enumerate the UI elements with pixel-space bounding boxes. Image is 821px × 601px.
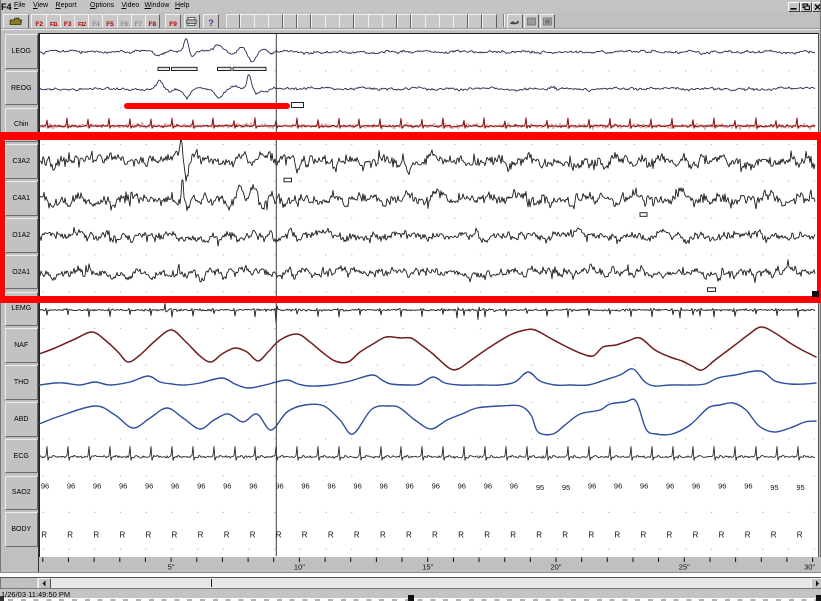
svg-text:R: R — [172, 531, 178, 540]
svg-text:5": 5" — [168, 563, 175, 572]
svg-text:96: 96 — [718, 482, 726, 491]
svg-text:95: 95 — [796, 483, 804, 492]
svg-text:R: R — [458, 531, 464, 540]
svg-text:20": 20" — [550, 563, 561, 572]
svg-text:96: 96 — [406, 482, 414, 491]
svg-text:R: R — [771, 531, 777, 540]
svg-text:R: R — [302, 531, 308, 540]
svg-text:95: 95 — [536, 483, 544, 492]
svg-text:96: 96 — [327, 482, 335, 491]
svg-text:96: 96 — [666, 482, 674, 491]
svg-text:96: 96 — [145, 482, 153, 491]
svg-text:96: 96 — [380, 482, 388, 491]
svg-text:R: R — [120, 531, 126, 540]
svg-text:96: 96 — [744, 482, 752, 491]
svg-text:96: 96 — [588, 482, 596, 491]
svg-text:R: R — [354, 531, 360, 540]
svg-text:96: 96 — [93, 482, 101, 491]
svg-text:96: 96 — [432, 482, 440, 491]
svg-text:96: 96 — [640, 482, 648, 491]
svg-text:96: 96 — [171, 482, 179, 491]
svg-text:96: 96 — [249, 482, 257, 491]
svg-text:R: R — [641, 531, 647, 540]
svg-text:96: 96 — [67, 482, 75, 491]
svg-text:R: R — [562, 531, 568, 540]
svg-text:96: 96 — [119, 482, 127, 491]
svg-text:R: R — [745, 531, 751, 540]
svg-text:R: R — [93, 531, 99, 540]
svg-text:R: R — [67, 531, 73, 540]
svg-text:R: R — [328, 531, 334, 540]
svg-text:R: R — [146, 531, 152, 540]
svg-text:R: R — [484, 531, 490, 540]
svg-text:10": 10" — [294, 563, 305, 572]
svg-text:R: R — [588, 531, 594, 540]
svg-text:R: R — [432, 531, 438, 540]
svg-text:96: 96 — [484, 482, 492, 491]
svg-text:R: R — [510, 531, 516, 540]
svg-text:R: R — [667, 531, 673, 540]
svg-text:R: R — [224, 531, 230, 540]
svg-text:96: 96 — [197, 482, 205, 491]
svg-text:R: R — [198, 531, 204, 540]
svg-text:96: 96 — [41, 482, 49, 491]
svg-text:15": 15" — [422, 563, 433, 572]
svg-text:R: R — [41, 531, 47, 540]
svg-text:R: R — [250, 531, 256, 540]
svg-text:25": 25" — [679, 563, 690, 572]
svg-text:96: 96 — [692, 482, 700, 491]
svg-text:R: R — [614, 531, 620, 540]
svg-text:R: R — [693, 531, 699, 540]
svg-text:R: R — [380, 531, 386, 540]
svg-text:96: 96 — [614, 482, 622, 491]
svg-text:R: R — [719, 531, 725, 540]
svg-text:96: 96 — [223, 482, 231, 491]
svg-text:95: 95 — [562, 483, 570, 492]
svg-text:30": 30" — [804, 563, 815, 572]
svg-text:96: 96 — [301, 482, 309, 491]
svg-text:95: 95 — [770, 483, 778, 492]
svg-text:96: 96 — [458, 482, 466, 491]
svg-text:96: 96 — [353, 482, 361, 491]
svg-text:R: R — [406, 531, 412, 540]
svg-text:96: 96 — [510, 482, 518, 491]
svg-text:R: R — [536, 531, 542, 540]
svg-text:R: R — [797, 531, 803, 540]
